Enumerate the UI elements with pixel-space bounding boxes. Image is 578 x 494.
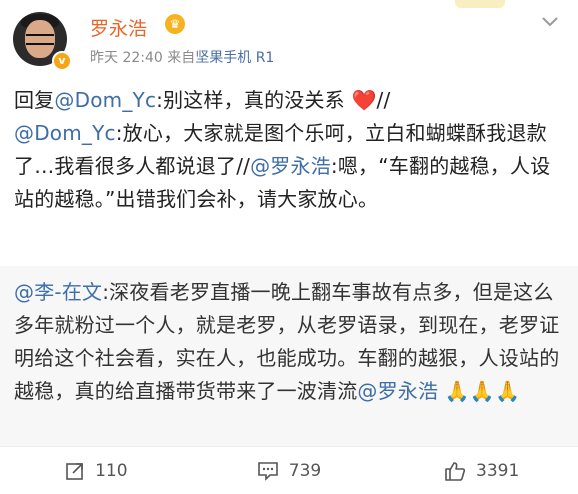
heart-emoji: ❤️ [351,88,377,112]
comment-button[interactable]: 739 [193,461,386,481]
mention-link[interactable]: @罗永浩 [357,379,438,403]
decoration-strip [455,0,505,8]
like-count: 3391 [476,460,520,481]
text-part: 回复 [14,88,55,112]
quoted-text: @李-在文:深夜看老罗直播一晚上翻车事故有点多，但是这么多年就粉过一个人，就是老… [14,276,566,408]
avatar-glasses [26,34,54,45]
action-bar: 110 739 3391 [0,446,578,494]
text-part: :别这样，真的没关系 [156,88,352,112]
post-time: 昨天 22:40 [90,50,163,66]
like-button[interactable]: 3391 [385,461,578,481]
clap-emojis: 🙏🙏🙏 [444,379,521,403]
repost-button[interactable]: 110 [0,461,193,481]
comment-count: 739 [288,460,322,481]
text-part: // [376,88,391,112]
post-header: v 罗永浩 ♛ 昨天 22:40 来自坚果手机 R1 [0,0,578,78]
crown-icon[interactable]: ♛ [165,14,185,34]
source-prefix: 来自 [167,50,196,66]
repost-icon [66,462,83,480]
mention-link[interactable]: @Dom_Yc [14,121,116,145]
author-name[interactable]: 罗永浩 [90,14,147,41]
post-text: 回复@Dom_Yc:别这样，真的没关系 ❤️//@Dom_Yc:放心，大家就是图… [14,84,566,216]
weibo-post-card: v 罗永浩 ♛ 昨天 22:40 来自坚果手机 R1 回复@Dom_Yc:别这样… [0,0,578,493]
mention-link[interactable]: @李-在文 [14,280,102,304]
mention-link[interactable]: @Dom_Yc [54,88,156,112]
comment-icon [257,461,278,481]
verified-badge-icon: v [52,51,72,71]
like-icon [445,461,466,481]
mention-link[interactable]: @罗永浩 [250,154,331,178]
post-source[interactable]: 坚果手机 R1 [195,50,274,66]
chevron-down-icon[interactable] [540,12,560,32]
repost-count: 110 [95,460,128,481]
quoted-post[interactable]: @李-在文:深夜看老罗直播一晚上翻车事故有点多，但是这么多年就粉过一个人，就是老… [0,266,578,446]
post-meta: 昨天 22:40 来自坚果手机 R1 [90,47,274,67]
